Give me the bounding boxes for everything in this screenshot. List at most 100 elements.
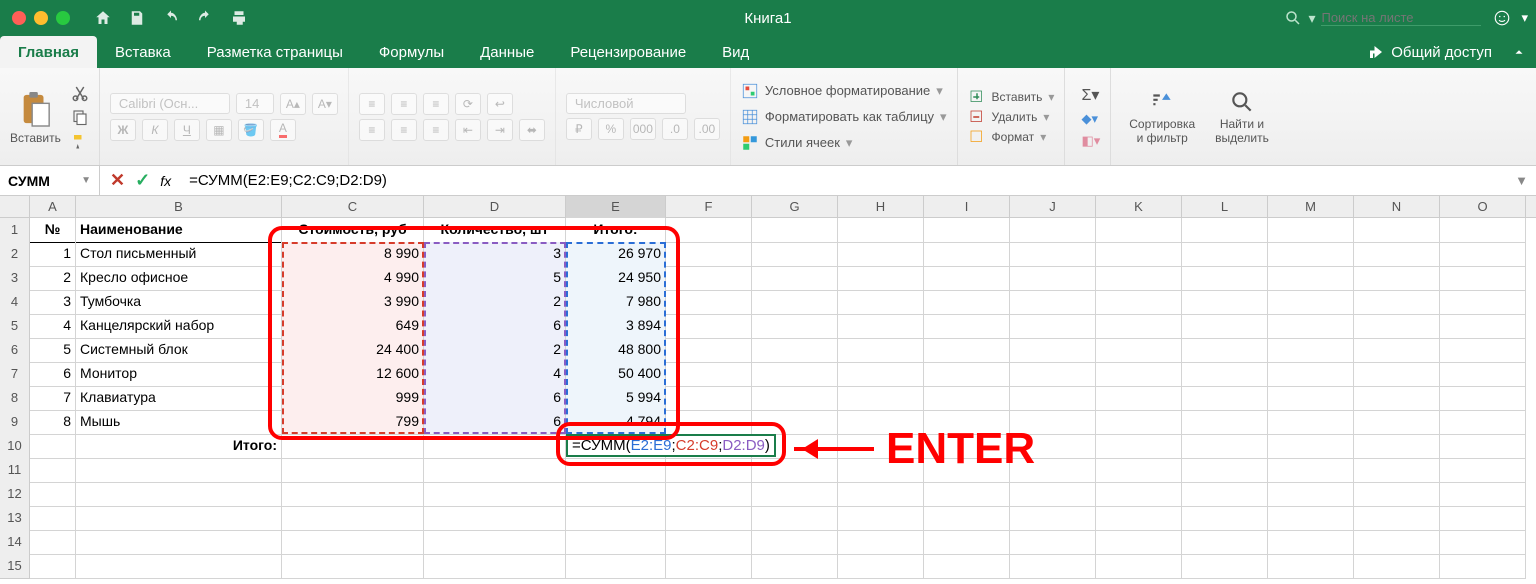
cell[interactable] [1096, 458, 1182, 483]
cell[interactable] [924, 338, 1010, 363]
cell[interactable] [1182, 266, 1268, 291]
cell[interactable] [1096, 290, 1182, 315]
cell[interactable] [1354, 266, 1440, 291]
row-header[interactable]: 12 [0, 482, 30, 507]
cell[interactable]: 4 [30, 314, 76, 339]
cell[interactable] [1354, 338, 1440, 363]
expand-formula-bar-icon[interactable]: ▼ [1507, 173, 1536, 188]
cell[interactable] [1268, 314, 1354, 339]
cell[interactable] [1354, 434, 1440, 459]
underline-button[interactable]: Ч [174, 119, 200, 141]
cell[interactable]: Тумбочка [76, 290, 282, 315]
format-painter-icon[interactable] [71, 132, 89, 150]
align-bottom-icon[interactable]: ≡ [423, 93, 449, 115]
col-header[interactable]: K [1096, 196, 1182, 218]
cell[interactable] [1440, 290, 1526, 315]
col-header[interactable]: E [566, 196, 666, 218]
cell[interactable] [424, 506, 566, 531]
cell[interactable] [666, 338, 752, 363]
cell[interactable] [1182, 434, 1268, 459]
cell[interactable] [1268, 482, 1354, 507]
bold-button[interactable]: Ж [110, 119, 136, 141]
cell[interactable] [1268, 434, 1354, 459]
cell[interactable] [282, 530, 424, 555]
cell[interactable] [1010, 218, 1096, 243]
cell[interactable] [1440, 506, 1526, 531]
cell[interactable] [1268, 506, 1354, 531]
tab-home[interactable]: Главная [0, 36, 97, 68]
cell[interactable] [1182, 362, 1268, 387]
cell[interactable] [838, 266, 924, 291]
col-header[interactable]: B [76, 196, 282, 218]
cell[interactable] [666, 218, 752, 243]
row-header[interactable]: 5 [0, 314, 30, 339]
cell[interactable] [752, 266, 838, 291]
cell[interactable]: 5 [30, 338, 76, 363]
close-window-button[interactable] [12, 11, 26, 25]
merge-icon[interactable]: ⬌ [519, 119, 545, 141]
save-icon[interactable] [128, 9, 146, 27]
cell[interactable] [1440, 458, 1526, 483]
cell[interactable] [666, 530, 752, 555]
select-all-corner[interactable] [0, 196, 30, 218]
cell[interactable] [1268, 266, 1354, 291]
cell[interactable] [1096, 530, 1182, 555]
search-input[interactable] [1321, 10, 1481, 26]
cell[interactable]: 24 400 [282, 338, 424, 363]
cell[interactable]: № [30, 218, 76, 243]
autosum-icon[interactable]: Σ▾ [1081, 85, 1100, 105]
cell[interactable]: 799 [282, 410, 424, 435]
cell[interactable] [838, 482, 924, 507]
cell[interactable] [838, 290, 924, 315]
col-header[interactable]: D [424, 196, 566, 218]
cell[interactable] [1268, 242, 1354, 267]
cell[interactable] [752, 386, 838, 411]
cell[interactable] [566, 506, 666, 531]
home-icon[interactable] [94, 9, 112, 27]
row-header[interactable]: 7 [0, 362, 30, 387]
tab-data[interactable]: Данные [462, 36, 552, 68]
cell[interactable]: 2 [424, 290, 566, 315]
cell[interactable] [1268, 554, 1354, 579]
cell[interactable] [1268, 386, 1354, 411]
cancel-formula-icon[interactable]: ✕ [110, 170, 125, 191]
cell[interactable] [76, 530, 282, 555]
cell[interactable] [282, 458, 424, 483]
cell[interactable] [1096, 506, 1182, 531]
cell[interactable] [1096, 434, 1182, 459]
font-size-select[interactable]: 14 [236, 93, 274, 114]
undo-icon[interactable] [162, 9, 180, 27]
format-table-button[interactable]: Форматировать как таблицу▾ [741, 106, 947, 128]
cell[interactable] [1010, 338, 1096, 363]
cell[interactable] [1010, 386, 1096, 411]
col-header[interactable]: N [1354, 196, 1440, 218]
cell[interactable] [1010, 506, 1096, 531]
cell[interactable]: Стоимость, руб [282, 218, 424, 243]
tab-formulas[interactable]: Формулы [361, 36, 462, 68]
cell[interactable] [924, 386, 1010, 411]
cell[interactable] [924, 506, 1010, 531]
cell[interactable] [1440, 554, 1526, 579]
cell[interactable] [1096, 338, 1182, 363]
cell[interactable] [752, 218, 838, 243]
borders-button[interactable]: ▦ [206, 119, 232, 141]
name-box[interactable]: СУММ▼ [0, 166, 100, 195]
find-select-button[interactable]: Найти и выделить [1207, 89, 1277, 145]
cell[interactable] [1010, 362, 1096, 387]
cell[interactable]: Мышь [76, 410, 282, 435]
cell[interactable] [282, 434, 424, 459]
cell[interactable]: 7 980 [566, 290, 666, 315]
cell[interactable] [924, 482, 1010, 507]
cell[interactable] [1182, 482, 1268, 507]
cell[interactable] [1096, 266, 1182, 291]
cell[interactable] [752, 290, 838, 315]
cell[interactable]: 6 [424, 410, 566, 435]
row-header[interactable]: 6 [0, 338, 30, 363]
row-header[interactable]: 14 [0, 530, 30, 555]
formula-input[interactable]: =СУММ(E2:E9;C2:C9;D2:D9) [181, 172, 1507, 189]
currency-icon[interactable]: ₽ [566, 118, 592, 140]
ribbon-collapse-icon[interactable] [1512, 36, 1526, 68]
insert-cells-button[interactable]: Вставить▾ [968, 88, 1055, 106]
row-header[interactable]: 13 [0, 506, 30, 531]
tab-view[interactable]: Вид [704, 36, 767, 68]
